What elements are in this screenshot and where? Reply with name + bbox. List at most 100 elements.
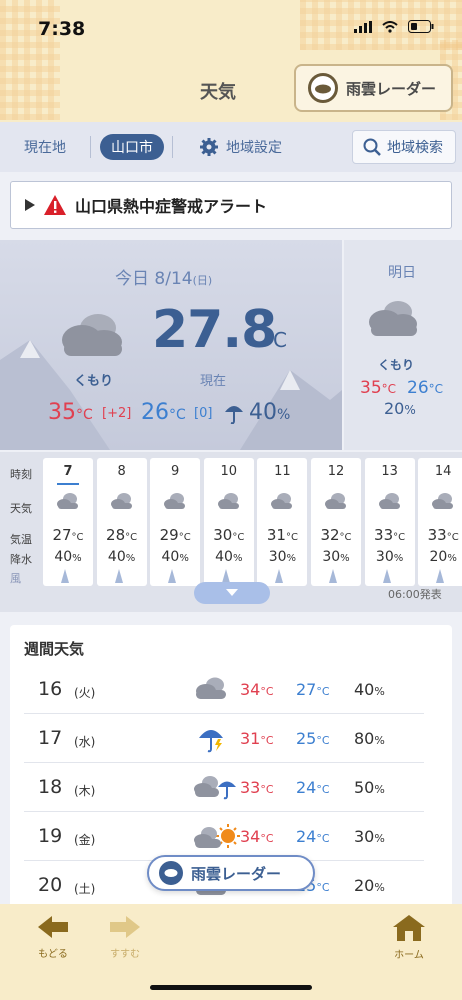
- nav-home[interactable]: ホーム: [384, 914, 434, 961]
- nav-forward-label: すすむ: [110, 949, 140, 960]
- weekly-precip: 40%: [354, 680, 385, 699]
- weekly-dow: (火): [74, 686, 96, 700]
- unit: %: [404, 403, 416, 417]
- hour-temp-value: 30: [213, 526, 233, 544]
- unit: °C: [260, 734, 274, 747]
- tab-current-location[interactable]: 現在地: [24, 137, 66, 157]
- unit: °C: [260, 832, 274, 845]
- hour-label: 13: [381, 464, 398, 479]
- cloudy-icon: [62, 314, 122, 356]
- today-high-diff: [+2]: [102, 406, 132, 421]
- tomorrow-label: 明日: [388, 265, 416, 281]
- region-search-label: 地域検索: [387, 140, 443, 156]
- tomorrow-low: 26°C: [407, 378, 443, 398]
- unit: °C: [125, 532, 138, 543]
- cloudy-icon: [369, 301, 417, 336]
- hour-precip: 40%: [204, 549, 254, 565]
- wind-arrow-icon: [61, 569, 69, 583]
- hour-label: 9: [171, 464, 180, 479]
- today-high: 35°C: [48, 400, 93, 425]
- weekly-row: 17 (水) 31°C 25°C 80%: [24, 715, 424, 763]
- weekly-low: 24°C: [296, 778, 330, 797]
- wifi-icon: [382, 20, 398, 33]
- row-label-wind: 風: [10, 572, 21, 585]
- unit: %: [179, 553, 189, 564]
- hour-column: 11 31°C 30%: [257, 458, 308, 586]
- expand-hourly-button[interactable]: [194, 582, 270, 604]
- hour-temp-value: 27: [52, 526, 72, 544]
- back-arrow-icon: [38, 916, 68, 938]
- region-search-button[interactable]: 地域検索: [352, 130, 456, 164]
- cloud-sun-icon: [194, 823, 242, 855]
- tab-region-settings[interactable]: 地域設定: [200, 137, 282, 157]
- today-weather: くもり: [74, 374, 114, 389]
- wind-arrow-icon: [275, 569, 284, 583]
- cloud-icon: [163, 492, 187, 514]
- hour-column: 14 33°C 20%: [418, 458, 462, 586]
- hour-precip: 40%: [97, 549, 147, 565]
- today-low: 26°C: [141, 400, 186, 425]
- hour-precip: 40%: [43, 549, 93, 565]
- weekly-precip-value: 50: [354, 778, 375, 797]
- weekly-high: 31°C: [240, 729, 274, 748]
- unit: °C: [316, 832, 330, 845]
- row-label-weather: 天気: [10, 502, 32, 515]
- wind-arrow-icon: [382, 569, 391, 583]
- weekly-precip: 30%: [354, 827, 385, 846]
- weekly-precip: 50%: [354, 778, 385, 797]
- tomorrow-low-value: 26: [407, 378, 429, 398]
- unit: %: [286, 553, 297, 564]
- unit: °C: [316, 734, 330, 747]
- cloud-icon: [110, 492, 134, 514]
- unit: °C: [339, 532, 352, 543]
- home-icon: [393, 915, 425, 941]
- cloud-icon: [270, 492, 294, 514]
- weekly-high: 34°C: [240, 680, 274, 699]
- unit: °C: [178, 532, 191, 543]
- chevron-down-icon: [226, 589, 238, 596]
- hour-precip-value: 30: [322, 549, 341, 565]
- unit: °C: [316, 783, 330, 796]
- wind-arrow-icon: [329, 569, 337, 583]
- unit: %: [340, 553, 350, 564]
- tab-separator: [172, 136, 173, 158]
- unit: °C: [71, 532, 84, 543]
- unit: °C: [446, 532, 459, 543]
- weekly-high-value: 34: [240, 827, 261, 846]
- unit: °C: [260, 783, 274, 796]
- weekly-low: 24°C: [296, 827, 330, 846]
- hour-precip-value: 40: [215, 549, 233, 565]
- tomorrow-precip-value: 20: [384, 399, 405, 418]
- weekly-day: 19: [38, 825, 63, 847]
- floating-rain-radar-button[interactable]: 雨雲レーダー: [147, 855, 315, 891]
- weekly-row: 19 (金) 34°C 24°C 30%: [24, 813, 424, 861]
- today-precip-value: 40: [249, 400, 277, 425]
- hour-label: 8: [117, 464, 126, 479]
- unit: %: [277, 407, 291, 423]
- unit: %: [125, 553, 136, 564]
- cloud-icon: [324, 492, 348, 514]
- weekly-dow: (木): [74, 784, 96, 798]
- rain-radar-button[interactable]: 雨雲レーダー: [294, 64, 453, 112]
- unit: %: [374, 783, 385, 796]
- cloud-icon: [378, 492, 402, 514]
- current-temperature-unit: °C: [263, 328, 287, 352]
- unit: %: [72, 553, 82, 564]
- hour-temp-value: 29: [159, 526, 179, 544]
- status-icons: [354, 20, 434, 33]
- today-date: 今日 8/14(日): [115, 264, 212, 289]
- weekly-title: 週間天気: [24, 640, 85, 658]
- hour-precip-value: 40: [54, 549, 73, 565]
- weekly-high: 34°C: [240, 827, 274, 846]
- tab-yamaguchi[interactable]: 山口市: [100, 134, 164, 160]
- hour-column: 13 33°C 30%: [364, 458, 415, 586]
- hour-column: 10 30°C 40%: [203, 458, 254, 586]
- nav-forward[interactable]: すすむ: [100, 914, 150, 960]
- hour-precip-value: 40: [107, 549, 126, 565]
- nav-back[interactable]: もどる: [28, 914, 78, 960]
- radar-icon: [159, 861, 183, 885]
- heatstroke-alert[interactable]: 山口県熱中症警戒アラート: [10, 181, 452, 229]
- unit: °C: [232, 532, 245, 543]
- hour-temp-value: 33: [374, 526, 394, 544]
- weekly-precip-value: 80: [354, 729, 375, 748]
